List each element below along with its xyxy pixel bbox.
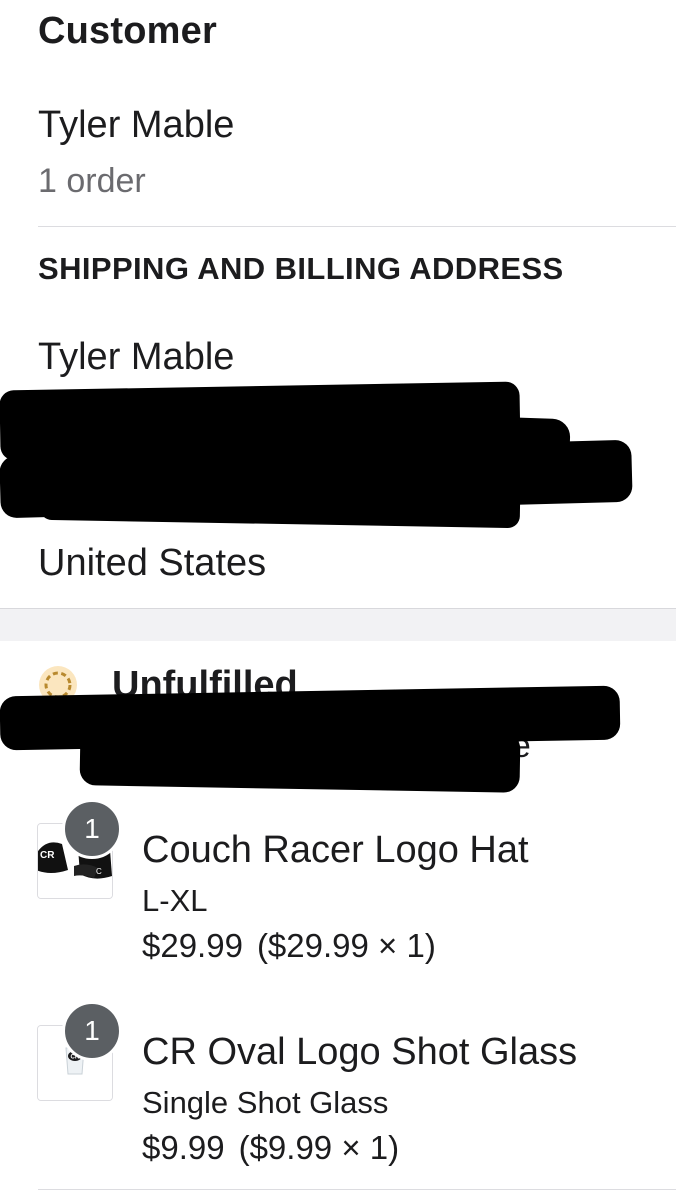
line-item[interactable]: CR 1 CR Oval Logo Shot Glass Single Shot… — [0, 1001, 676, 1171]
redaction-mark — [79, 725, 521, 793]
item-price-calculation: ($29.99 × 1) — [256, 927, 436, 964]
order-detail-screen: Customer Tyler Mable 1 order SHIPPING AN… — [0, 0, 676, 1200]
line-item[interactable]: CR C 1 Couch Racer Logo Hat L-XL $29.99 (… — [0, 799, 676, 969]
item-price-row: $9.99 ($9.99 × 1) — [142, 1129, 399, 1167]
item-price-row: $29.99 ($29.99 × 1) — [142, 927, 436, 965]
section-separator — [0, 608, 676, 642]
quantity-badge: 1 — [62, 799, 122, 859]
item-variant: L-XL — [142, 883, 208, 918]
redaction-mark — [39, 483, 521, 529]
item-title: Couch Racer Logo Hat — [142, 829, 529, 871]
item-variant: Single Shot Glass — [142, 1085, 389, 1120]
item-title: CR Oval Logo Shot Glass — [142, 1031, 578, 1073]
svg-text:CR: CR — [40, 850, 55, 861]
address-country: United States — [38, 542, 267, 584]
customer-name-link[interactable]: Tyler Mable — [38, 104, 234, 147]
quantity-badge: 1 — [62, 1001, 122, 1061]
divider — [38, 226, 676, 227]
divider — [38, 1189, 676, 1190]
item-price-calculation: ($9.99 × 1) — [238, 1129, 400, 1166]
address-name: Tyler Mable — [38, 336, 235, 378]
customer-card: Customer Tyler Mable 1 order SHIPPING AN… — [0, 0, 676, 608]
customer-order-count: 1 order — [38, 162, 146, 200]
fulfillment-card: Unfulfilled ane CR C 1 Couch Racer Logo … — [0, 641, 676, 1200]
svg-text:C: C — [96, 867, 102, 876]
shipping-billing-heading: SHIPPING AND BILLING ADDRESS — [38, 251, 564, 286]
item-price: $29.99 — [142, 927, 243, 964]
customer-heading: Customer — [38, 10, 217, 52]
item-price: $9.99 — [142, 1129, 225, 1166]
